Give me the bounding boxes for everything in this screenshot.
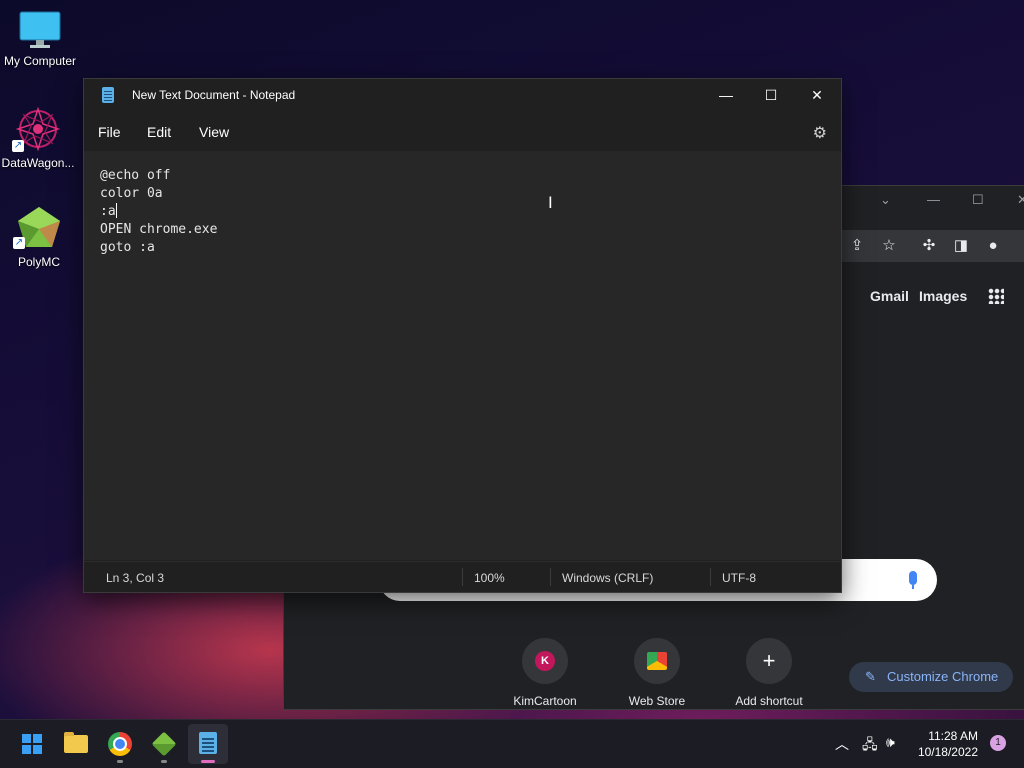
shortcut-arrow-icon: ↗ <box>13 237 25 249</box>
close-icon[interactable]: ✕ <box>1017 192 1024 208</box>
desktop-icon-label: PolyMC <box>17 255 60 269</box>
desktop-icon-polymc[interactable]: ↗ PolyMC <box>0 205 79 269</box>
text-editor[interactable]: @echo off color 0a :a OPEN chrome.exe goto :… <box>84 151 841 560</box>
zoom-level: 100% <box>474 571 505 585</box>
shortcut-arrow-icon: ↗ <box>12 140 24 152</box>
running-indicator <box>161 760 167 763</box>
taskbar: ︿ 🖧 🕪 11:28 AM 10/18/2022 1 <box>0 719 1024 768</box>
menu-bar: File Edit View ⚙ <box>84 115 841 149</box>
google-apps-icon[interactable] <box>988 288 1004 304</box>
chrome-icon <box>108 732 132 756</box>
pencil-icon: ✎ <box>865 669 876 684</box>
shortcut-tile-kimcartoon[interactable]: K KimCartoon <box>500 638 590 708</box>
line-ending: Windows (CRLF) <box>562 571 654 585</box>
mouse-ibeam-cursor: I <box>548 193 553 212</box>
monitor-icon <box>19 11 61 48</box>
menu-view[interactable]: View <box>199 124 229 140</box>
editor-line: color 0a <box>100 186 163 201</box>
editor-line: :a <box>100 204 116 219</box>
shortcut-tile-add[interactable]: + Add shortcut <box>724 638 814 708</box>
taskbar-polymc[interactable] <box>144 724 184 764</box>
desktop-icon-label: DataWagon... <box>1 156 75 170</box>
notepad-icon <box>199 732 217 754</box>
close-button[interactable]: ✕ <box>794 79 840 111</box>
images-link[interactable]: Images <box>919 288 967 304</box>
clock-time: 11:28 AM <box>928 729 978 743</box>
shortcut-label: Add shortcut <box>735 694 803 708</box>
text-caret <box>115 203 117 218</box>
maximize-icon[interactable]: ☐ <box>972 192 984 208</box>
maximize-button[interactable]: ☐ <box>748 79 794 111</box>
notepad-icon <box>102 87 114 103</box>
status-separator <box>710 568 711 586</box>
kim-avatar: K <box>535 651 555 671</box>
share-icon[interactable]: ⇪ <box>847 236 867 256</box>
status-bar: Ln 3, Col 3 100% Windows (CRLF) UTF-8 <box>84 561 841 592</box>
plus-icon: + <box>762 648 776 673</box>
minimize-icon[interactable]: — <box>927 192 940 207</box>
running-indicator <box>117 760 123 763</box>
polymc-icon <box>151 731 177 757</box>
shortcut-tile-web-store[interactable]: Web Store <box>612 638 702 708</box>
system-clock[interactable]: 11:28 AM 10/18/2022 <box>918 728 978 760</box>
extensions-icon[interactable]: ✣ <box>919 236 939 256</box>
status-separator <box>462 568 463 586</box>
side-panel-icon[interactable]: ◨ <box>951 236 971 256</box>
windows-start-icon <box>22 734 42 754</box>
start-button[interactable] <box>12 724 52 764</box>
bookmark-star-icon[interactable]: ☆ <box>879 236 899 256</box>
menu-edit[interactable]: Edit <box>147 124 171 140</box>
cursor-position: Ln 3, Col 3 <box>106 571 165 585</box>
customize-chrome-label: Customize Chrome <box>887 669 999 684</box>
notepad-titlebar[interactable]: New Text Document - Notepad — ☐ ✕ <box>84 79 841 111</box>
editor-line-with-caret: :a <box>100 203 825 221</box>
customize-chrome-button[interactable]: ✎ Customize Chrome <box>849 662 1013 692</box>
volume-icon[interactable]: 🕪 <box>886 734 895 751</box>
notepad-window[interactable]: New Text Document - Notepad — ☐ ✕ File E… <box>83 78 842 593</box>
web-store-icon <box>647 652 667 670</box>
taskbar-notepad[interactable] <box>188 724 228 764</box>
taskbar-chrome[interactable] <box>100 724 140 764</box>
taskbar-file-explorer[interactable] <box>56 724 96 764</box>
settings-gear-icon[interactable]: ⚙ <box>813 123 827 143</box>
minimize-button[interactable]: — <box>703 79 749 111</box>
network-icon[interactable]: 🖧 <box>862 734 878 758</box>
desktop-icon-label: My Computer <box>3 54 77 68</box>
gmail-link[interactable]: Gmail <box>870 288 909 304</box>
running-indicator <box>201 760 215 763</box>
editor-line: OPEN chrome.exe <box>100 222 218 237</box>
menu-file[interactable]: File <box>98 124 121 140</box>
chevron-up-icon[interactable]: ︿ <box>835 734 849 754</box>
shortcut-label: KimCartoon <box>513 694 577 708</box>
shortcut-circle <box>634 638 680 684</box>
shortcut-circle: + <box>746 638 792 684</box>
desktop-icon-datawagon[interactable]: ↗ DataWagon... <box>0 106 78 170</box>
shortcut-circle: K <box>522 638 568 684</box>
shortcut-label: Web Store <box>628 694 686 708</box>
microphone-icon[interactable] <box>909 571 917 589</box>
clock-date: 10/18/2022 <box>917 745 978 759</box>
window-title: New Text Document - Notepad <box>132 88 296 102</box>
profile-icon[interactable]: ● <box>983 236 1003 256</box>
folder-icon <box>64 732 88 753</box>
chevron-down-icon[interactable]: ⌄ <box>880 192 891 208</box>
editor-line: @echo off <box>100 168 171 183</box>
desktop-icon-my-computer[interactable]: My Computer <box>0 10 80 68</box>
notification-badge[interactable]: 1 <box>990 735 1006 751</box>
encoding: UTF-8 <box>722 571 756 585</box>
editor-line: goto :a <box>100 240 155 255</box>
status-separator <box>550 568 551 586</box>
